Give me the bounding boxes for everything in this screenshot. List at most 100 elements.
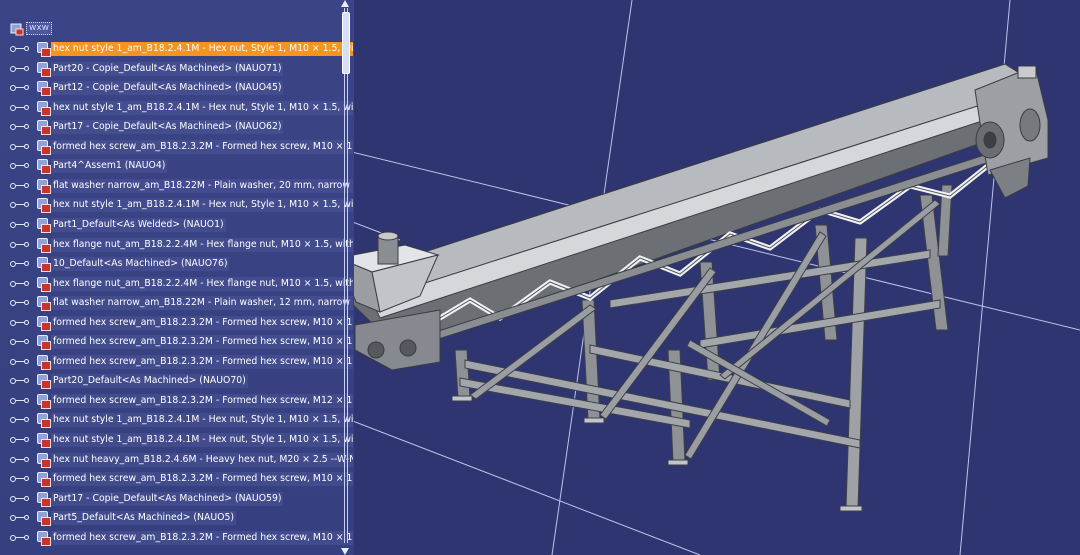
- part-gear-icon: [36, 335, 51, 351]
- tree-item[interactable]: hex nut heavy_am_B18.2.4.6M - Heavy hex …: [10, 451, 353, 469]
- tree-item-label[interactable]: formed hex screw_am_B18.2.3.2M - Formed …: [51, 530, 353, 545]
- part-gear-icon: [36, 315, 51, 331]
- tree-expand-connector-icon[interactable]: [10, 294, 36, 312]
- tree-expand-connector-icon[interactable]: [10, 118, 36, 136]
- tree-expand-connector-icon[interactable]: [10, 431, 36, 449]
- tree-expand-connector-icon[interactable]: [10, 411, 36, 429]
- tree-expand-connector-icon[interactable]: [10, 40, 36, 58]
- part-gear-icon: [36, 413, 51, 429]
- tree-item[interactable]: hex nut style 1_am_B18.2.4.1M - Hex nut,…: [10, 40, 353, 58]
- tree-expand-connector-icon[interactable]: [10, 529, 36, 547]
- part-gear-icon: [36, 276, 51, 292]
- tree-item[interactable]: Part20 - Copie_Default<As Machined> (NAU…: [10, 60, 284, 78]
- part-gear-icon: [36, 257, 51, 273]
- part-gear-icon: [36, 217, 51, 233]
- specification-tree[interactable]: wxw hex nut style 1_am_B18.2.4.1M - Hex …: [0, 0, 354, 555]
- scroll-thumb[interactable]: [342, 12, 350, 74]
- tree-expand-connector-icon[interactable]: [10, 275, 36, 293]
- tree-expand-connector-icon[interactable]: [10, 490, 36, 508]
- part-gear-icon: [36, 374, 51, 390]
- tree-expand-connector-icon[interactable]: [10, 372, 36, 390]
- tree-scrollbar[interactable]: [341, 0, 350, 555]
- tree-expand-connector-icon[interactable]: [10, 353, 36, 371]
- tree-item-label[interactable]: formed hex screw_am_B18.2.3.2M - Formed …: [51, 335, 353, 350]
- tree-item[interactable]: Part17 - Copie_Default<As Machined> (NAU…: [10, 118, 284, 136]
- tree-item[interactable]: 10_Default<As Machined> (NAUO76): [10, 255, 230, 273]
- tree-item[interactable]: flat washer narrow_am_B18.22M - Plain wa…: [10, 177, 353, 195]
- tree-item[interactable]: formed hex screw_am_B18.2.3.2M - Formed …: [10, 333, 353, 351]
- tree-item[interactable]: Part1_Default<As Welded> (NAUO1): [10, 216, 226, 234]
- tree-expand-connector-icon[interactable]: [10, 196, 36, 214]
- tree-item[interactable]: formed hex screw_am_B18.2.3.2M - Formed …: [10, 529, 353, 547]
- scroll-track[interactable]: [344, 8, 348, 543]
- part-gear-icon: [36, 198, 51, 214]
- tree-item-label[interactable]: hex nut style 1_am_B18.2.4.1M - Hex nut,…: [51, 413, 353, 428]
- tree-item-label[interactable]: formed hex screw_am_B18.2.3.2M - Formed …: [51, 354, 353, 369]
- tree-item-label[interactable]: Part17 - Copie_Default<As Machined> (NAU…: [51, 491, 284, 506]
- root-label[interactable]: wxw: [26, 21, 53, 35]
- tree-item-label[interactable]: hex nut style 1_am_B18.2.4.1M - Hex nut,…: [51, 433, 353, 447]
- tree-item-label[interactable]: 10_Default<As Machined> (NAUO76): [51, 257, 230, 272]
- tree-item[interactable]: formed hex screw_am_B18.2.3.2M - Formed …: [10, 353, 353, 371]
- tree-expand-connector-icon[interactable]: [10, 60, 36, 78]
- tree-expand-connector-icon[interactable]: [10, 216, 36, 234]
- scroll-up-arrow-icon[interactable]: [341, 0, 349, 7]
- tree-expand-connector-icon[interactable]: [10, 509, 36, 527]
- tree-item-label[interactable]: hex flange nut_am_B18.2.2.4M - Hex flang…: [51, 276, 353, 291]
- part-gear-icon: [36, 472, 51, 488]
- tree-expand-connector-icon[interactable]: [10, 138, 36, 156]
- tree-expand-connector-icon[interactable]: [10, 255, 36, 273]
- tree-expand-connector-icon[interactable]: [10, 470, 36, 488]
- scroll-down-arrow-icon[interactable]: [341, 548, 349, 555]
- tree-expand-connector-icon[interactable]: [10, 177, 36, 195]
- tree-item[interactable]: flat washer narrow_am_B18.22M - Plain wa…: [10, 294, 353, 312]
- tree-expand-connector-icon[interactable]: [10, 99, 36, 117]
- tree-item[interactable]: hex nut style 1_am_B18.2.4.1M - Hex nut,…: [10, 431, 353, 449]
- part-gear-icon: [36, 354, 51, 370]
- tree-item[interactable]: hex flange nut_am_B18.2.2.4M - Hex flang…: [10, 236, 353, 254]
- part-gear-icon: [36, 237, 51, 253]
- tree-item[interactable]: formed hex screw_am_B18.2.3.2M - Formed …: [10, 138, 353, 156]
- tree-item-label[interactable]: hex nut style 1_am_B18.2.4.1M - Hex nut,…: [51, 42, 353, 56]
- tree-item[interactable]: hex flange nut_am_B18.2.2.4M - Hex flang…: [10, 275, 353, 293]
- tree-item[interactable]: Part17 - Copie_Default<As Machined> (NAU…: [10, 490, 284, 508]
- tree-expand-connector-icon[interactable]: [10, 392, 36, 410]
- tree-item-label[interactable]: Part5_Default<As Machined> (NAUO5): [51, 511, 237, 526]
- tree-item-label[interactable]: Part20 - Copie_Default<As Machined> (NAU…: [51, 61, 284, 76]
- tree-item-label[interactable]: flat washer narrow_am_B18.22M - Plain wa…: [51, 296, 353, 311]
- tree-root[interactable]: wxw: [10, 20, 53, 36]
- tree-expand-connector-icon[interactable]: [10, 236, 36, 254]
- tree-item-label[interactable]: formed hex screw_am_B18.2.3.2M - Formed …: [51, 315, 353, 330]
- tree-expand-connector-icon[interactable]: [10, 157, 36, 175]
- tree-item-label[interactable]: Part20_Default<As Machined> (NAUO70): [51, 374, 248, 389]
- tree-expand-connector-icon[interactable]: [10, 314, 36, 332]
- tree-item-label[interactable]: hex flange nut_am_B18.2.2.4M - Hex flang…: [51, 237, 353, 252]
- tree-item-label[interactable]: flat washer narrow_am_B18.22M - Plain wa…: [51, 178, 353, 193]
- tree-item-label[interactable]: Part17 - Copie_Default<As Machined> (NAU…: [51, 120, 284, 135]
- part-gear-icon: [36, 511, 51, 527]
- tree-item[interactable]: Part4^Assem1 (NAUO4): [10, 157, 168, 175]
- tree-item[interactable]: Part5_Default<As Machined> (NAUO5): [10, 509, 237, 527]
- tree-expand-connector-icon[interactable]: [10, 451, 36, 469]
- tree-item[interactable]: Part20_Default<As Machined> (NAUO70): [10, 372, 248, 390]
- tree-expand-connector-icon[interactable]: [10, 333, 36, 351]
- tree-item-label[interactable]: Part12 - Copie_Default<As Machined> (NAU…: [51, 81, 284, 96]
- conveyor-model[interactable]: [336, 63, 1049, 512]
- tree-item-label[interactable]: formed hex screw_am_B18.2.3.2M - Formed …: [51, 139, 353, 154]
- tree-item-label[interactable]: formed hex screw_am_B18.2.3.2M - Formed …: [51, 472, 353, 487]
- tree-item[interactable]: Part12 - Copie_Default<As Machined> (NAU…: [10, 79, 284, 97]
- tree-item-label[interactable]: Part4^Assem1 (NAUO4): [51, 159, 168, 174]
- tree-item[interactable]: hex nut style 1_am_B18.2.4.1M - Hex nut,…: [10, 411, 353, 429]
- tree-item-label[interactable]: formed hex screw_am_B18.2.3.2M - Formed …: [51, 393, 353, 408]
- part-gear-icon: [36, 139, 51, 155]
- tree-item-label[interactable]: hex nut style 1_am_B18.2.4.1M - Hex nut,…: [51, 198, 353, 213]
- tree-item[interactable]: formed hex screw_am_B18.2.3.2M - Formed …: [10, 314, 353, 332]
- tree-item[interactable]: hex nut style 1_am_B18.2.4.1M - Hex nut,…: [10, 196, 353, 214]
- tree-item-label[interactable]: hex nut style 1_am_B18.2.4.1M - Hex nut,…: [51, 100, 353, 115]
- tree-item[interactable]: hex nut style 1_am_B18.2.4.1M - Hex nut,…: [10, 99, 353, 117]
- tree-item[interactable]: formed hex screw_am_B18.2.3.2M - Formed …: [10, 392, 353, 410]
- tree-item-label[interactable]: hex nut heavy_am_B18.2.4.6M - Heavy hex …: [51, 452, 353, 467]
- tree-item[interactable]: formed hex screw_am_B18.2.3.2M - Formed …: [10, 470, 353, 488]
- tree-item-label[interactable]: Part1_Default<As Welded> (NAUO1): [51, 217, 226, 232]
- tree-expand-connector-icon[interactable]: [10, 79, 36, 97]
